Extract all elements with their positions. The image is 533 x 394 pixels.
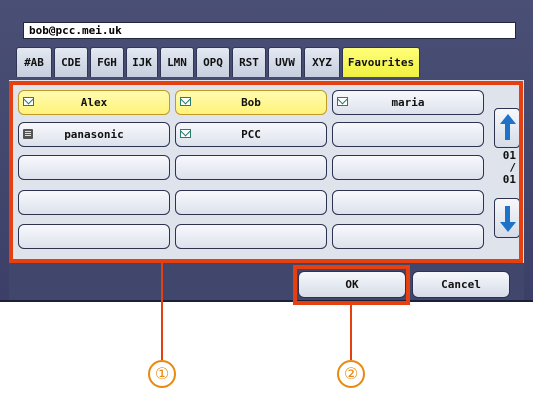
entry-label: PCC	[241, 128, 261, 141]
entry-empty[interactable]	[18, 224, 170, 249]
envelope-icon	[180, 129, 191, 138]
tab-ab[interactable]: #AB	[16, 47, 52, 77]
tab-opq[interactable]: OPQ	[196, 47, 230, 77]
entry-empty[interactable]	[18, 190, 170, 215]
fax-icon	[23, 129, 33, 139]
destination-address-field[interactable]: bob@pcc.mei.uk	[23, 22, 516, 39]
entry-empty[interactable]	[332, 155, 484, 180]
callout-leader-2	[350, 305, 352, 360]
entry-empty[interactable]	[175, 224, 327, 249]
cancel-button[interactable]: Cancel	[412, 271, 510, 298]
entry-empty[interactable]	[175, 155, 327, 180]
entry-label: panasonic	[64, 128, 124, 141]
control-panel: bob@pcc.mei.uk #AB CDE FGH IJK LMN OPQ R…	[0, 0, 533, 302]
envelope-icon	[337, 97, 348, 106]
envelope-icon	[180, 97, 191, 106]
entry-label: maria	[391, 96, 425, 109]
entry-label: Alex	[80, 96, 108, 109]
entry-bob[interactable]: Bob	[175, 90, 327, 115]
entry-panasonic[interactable]: panasonic	[18, 122, 170, 147]
scroll-down-button[interactable]	[494, 198, 520, 238]
ok-button[interactable]: OK	[298, 271, 406, 298]
envelope-icon	[23, 97, 34, 106]
tab-uvw[interactable]: UVW	[268, 47, 302, 77]
tab-rst[interactable]: RST	[232, 47, 266, 77]
tab-xyz[interactable]: XYZ	[304, 47, 340, 77]
entry-empty[interactable]	[332, 224, 484, 249]
entry-maria[interactable]: maria	[332, 90, 484, 115]
tab-ijk[interactable]: IJK	[126, 47, 158, 77]
entry-empty[interactable]	[332, 190, 484, 215]
entry-empty[interactable]	[18, 155, 170, 180]
page-total: 01	[502, 173, 516, 186]
entry-empty[interactable]	[175, 190, 327, 215]
entry-empty[interactable]	[332, 122, 484, 147]
callout-leader-1	[161, 263, 163, 360]
entry-pcc[interactable]: PCC	[175, 122, 327, 147]
callout-marker-1: ①	[148, 360, 176, 388]
scroll-up-button[interactable]	[494, 108, 520, 148]
tab-lmn[interactable]: LMN	[160, 47, 194, 77]
tab-cde[interactable]: CDE	[54, 47, 88, 77]
tab-favourites[interactable]: Favourites	[342, 47, 420, 77]
page-indicator: 01 / 01	[492, 150, 516, 196]
callout-marker-2: ②	[337, 360, 365, 388]
tab-fgh[interactable]: FGH	[90, 47, 124, 77]
address-book-list: Alex Bob maria panasonic PCC	[9, 80, 524, 263]
entry-label: Bob	[241, 96, 261, 109]
entry-alex[interactable]: Alex	[18, 90, 170, 115]
